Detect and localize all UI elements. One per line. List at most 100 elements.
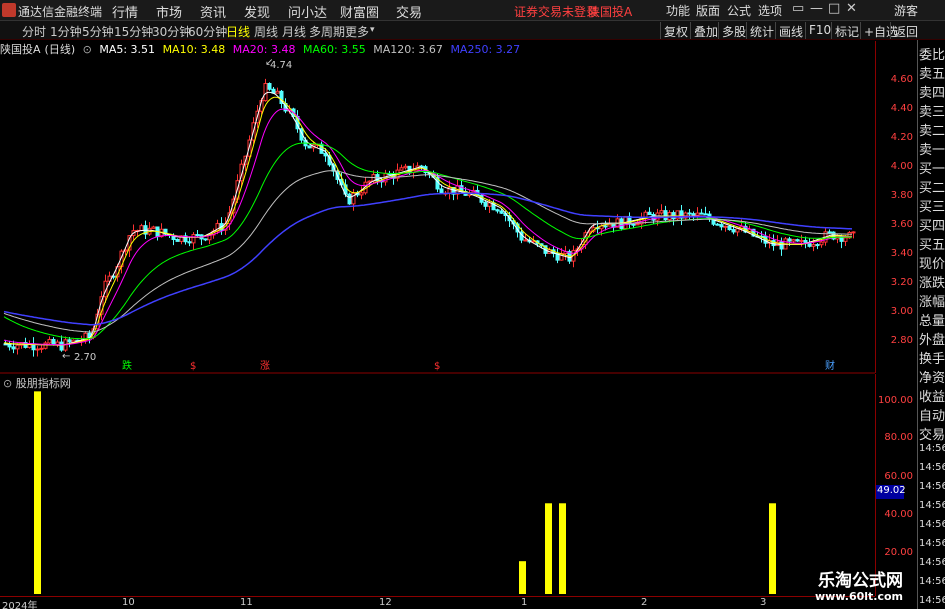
side-item-16[interactable]: 换手 [919, 348, 945, 367]
kline-chart[interactable]: 4.74 ↙ 2.70 ← 跌 $ 涨 $ 财 [0, 41, 875, 596]
ma-line-5 [3, 192, 853, 326]
period-label: (日线) [44, 43, 76, 56]
btn-huaxian[interactable]: 画线 [775, 22, 806, 39]
menu-gongneng[interactable]: 功能 [666, 2, 690, 19]
date-axis: 2024年 10 11 12 1 2 3 [0, 596, 875, 609]
marker-dollar[interactable]: $ [190, 361, 196, 372]
menu-gongshi[interactable]: 公式 [727, 2, 751, 19]
marker-dollar-2[interactable]: $ [434, 361, 440, 372]
side-item-27[interactable]: 14:56 [919, 557, 945, 568]
restore-icon[interactable]: ▭ [792, 1, 804, 16]
side-item-3[interactable]: 卖三 [919, 101, 945, 120]
side-item-1[interactable]: 卖五 [919, 63, 945, 82]
login-status[interactable]: 证券交易未登录 [514, 3, 598, 20]
btn-duogu[interactable]: 多股 [718, 22, 749, 39]
side-item-8[interactable]: 买三 [919, 196, 945, 215]
side-item-15[interactable]: 外盘 [919, 329, 945, 348]
minimize-icon[interactable]: — [810, 1, 823, 16]
side-item-14[interactable]: 总量 [919, 310, 945, 329]
menu-caifuquan[interactable]: 财富圈 [340, 2, 379, 21]
marker-die[interactable]: 跌 [122, 359, 132, 372]
side-item-5[interactable]: 卖一 [919, 139, 945, 158]
side-item-24[interactable]: 14:56 [919, 500, 945, 511]
menu-faxian[interactable]: 发现 [244, 2, 270, 21]
side-item-0[interactable]: 委比 [919, 44, 945, 63]
candle-body [659, 210, 664, 214]
menu-shichang[interactable]: 市场 [156, 2, 182, 21]
side-item-10[interactable]: 买五 [919, 234, 945, 253]
candle-body [43, 342, 48, 349]
side-item-13[interactable]: 涨幅 [919, 291, 945, 310]
period-monthly[interactable]: 月线 [282, 23, 306, 40]
indicator-bar [545, 503, 552, 594]
btn-diejia[interactable]: 叠加 [690, 22, 721, 39]
period-multi[interactable]: 多周期 [309, 23, 345, 40]
more-arrow-icon[interactable]: ▾ [370, 25, 375, 35]
btn-f10[interactable]: F10 [805, 22, 834, 39]
side-item-29[interactable]: 14:56 [919, 595, 945, 606]
side-item-12[interactable]: 涨跌 [919, 272, 945, 291]
maximize-icon[interactable]: □ [828, 1, 840, 16]
btn-fanhui[interactable]: 返回 [890, 22, 921, 39]
dropdown-icon[interactable]: ⊙ [83, 43, 92, 56]
side-item-2[interactable]: 卖四 [919, 82, 945, 101]
menu-wenxiaoda[interactable]: 问小达 [288, 2, 327, 21]
date-label-1: 1 [521, 597, 528, 608]
side-item-25[interactable]: 14:56 [919, 519, 945, 530]
ma-info-line: 陕国投A (日线) ⊙ MA5: 3.51 MA10: 3.48 MA20: 3.… [0, 41, 524, 56]
side-item-7[interactable]: 买二 [919, 177, 945, 196]
menu-banmian[interactable]: 版面 [696, 2, 720, 19]
btn-tongji[interactable]: 统计 [746, 22, 777, 39]
period-fenshi[interactable]: 分时 [22, 23, 46, 40]
candle-body [687, 212, 692, 215]
menu-bar: 通达信金融终端 行情 市场 资讯 发现 问小达 财富圈 交易 证券交易未登录 陕… [0, 0, 945, 21]
side-item-18[interactable]: 收益 [919, 386, 945, 405]
marker-zhang[interactable]: 涨 [260, 360, 270, 372]
period-more[interactable]: 更多 [345, 23, 369, 40]
side-item-19[interactable]: 自动 [919, 405, 945, 424]
ytick-420: 4.20 [890, 132, 913, 143]
candle-body [695, 212, 700, 216]
menu-hangqing[interactable]: 行情 [112, 2, 138, 21]
btn-fuquan[interactable]: 复权 [660, 22, 691, 39]
candle-body [807, 242, 812, 247]
indicator-current-value: 49.02 [876, 485, 906, 499]
period-15min[interactable]: 15分钟 [114, 23, 153, 40]
ytick-460: 4.60 [890, 74, 913, 85]
itick-80: 80.00 [884, 432, 913, 443]
menu-zixun[interactable]: 资讯 [200, 2, 226, 21]
watermark-title: 乐淘公式网 [818, 571, 903, 591]
marker-cai[interactable]: 财 [825, 359, 835, 372]
side-item-22[interactable]: 14:56 [919, 462, 945, 473]
side-item-20[interactable]: 交易 [919, 424, 945, 443]
ma60-label: MA60: 3.55 [303, 43, 366, 56]
btn-biaoji[interactable]: 标记 [831, 22, 862, 39]
side-item-23[interactable]: 14:56 [919, 481, 945, 492]
close-icon[interactable]: ✕ [846, 1, 857, 16]
side-item-9[interactable]: 买四 [919, 215, 945, 234]
period-60min[interactable]: 60分钟 [188, 23, 227, 40]
side-item-4[interactable]: 卖二 [919, 120, 945, 139]
side-item-11[interactable]: 现价 [919, 253, 945, 272]
period-1min[interactable]: 1分钟 [50, 23, 82, 40]
menu-xuanxiang[interactable]: 选项 [758, 2, 782, 19]
side-item-26[interactable]: 14:56 [919, 538, 945, 549]
candle-body [15, 344, 20, 350]
indicator-title[interactable]: ⊙ 股朋指标网 [3, 375, 71, 391]
date-label-2: 2 [641, 597, 648, 608]
ytick-440: 4.40 [890, 103, 913, 114]
guest-label[interactable]: 游客 [894, 2, 918, 19]
period-weekly[interactable]: 周线 [254, 23, 278, 40]
candle-body [819, 241, 824, 246]
indicator-bar [519, 561, 526, 594]
period-daily[interactable]: 日线 [226, 23, 250, 40]
menu-jiaoyi[interactable]: 交易 [396, 2, 422, 21]
period-30min[interactable]: 30分钟 [152, 23, 191, 40]
side-item-28[interactable]: 14:56 [919, 576, 945, 587]
side-item-21[interactable]: 14:56 [919, 443, 945, 454]
indicator-toggle-icon[interactable]: ⊙ [3, 377, 12, 390]
date-label-2024: 2024年 [2, 601, 38, 609]
period-5min[interactable]: 5分钟 [82, 23, 114, 40]
side-item-6[interactable]: 买一 [919, 158, 945, 177]
side-item-17[interactable]: 净资 [919, 367, 945, 386]
